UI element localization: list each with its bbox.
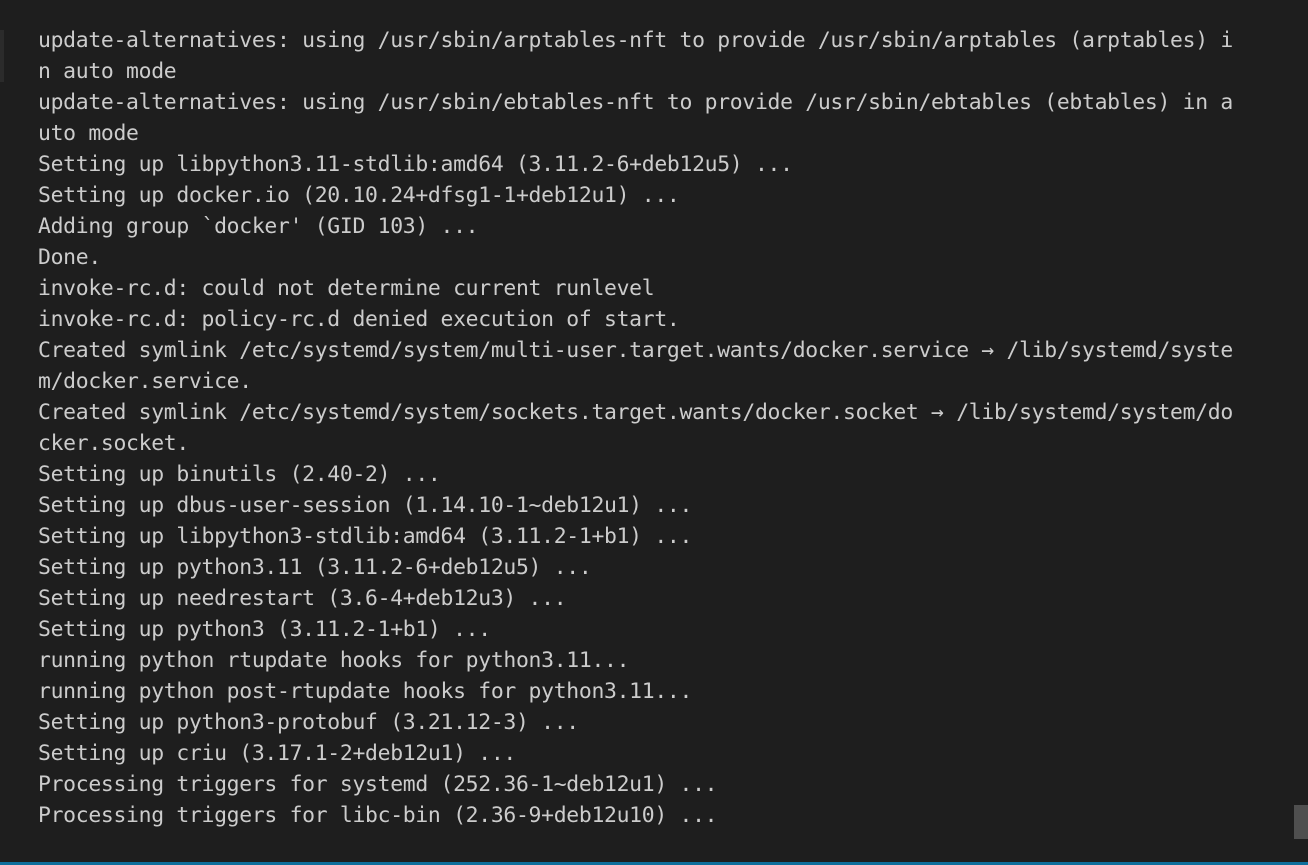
- terminal-panel[interactable]: update-alternatives: using /usr/sbin/arp…: [0, 0, 1308, 865]
- terminal-line: Setting up docker.io (20.10.24+dfsg1-1+d…: [38, 183, 680, 208]
- terminal-line: running python post-rtupdate hooks for p…: [38, 679, 693, 704]
- terminal-line: m/docker.service.: [38, 369, 252, 394]
- terminal-line: uto mode: [38, 121, 139, 146]
- vertical-scrollbar[interactable]: [1294, 0, 1308, 862]
- terminal-line: Setting up python3 (3.11.2-1+b1) ...: [38, 617, 491, 642]
- terminal-line: cker.socket.: [38, 431, 189, 456]
- terminal-line: Setting up python3-protobuf (3.21.12-3) …: [38, 710, 579, 735]
- terminal-line: Processing triggers for systemd (252.36-…: [38, 772, 718, 797]
- terminal-line: Setting up needrestart (3.6-4+deb12u3) .…: [38, 586, 567, 611]
- terminal-line: invoke-rc.d: policy-rc.d denied executio…: [38, 307, 680, 332]
- terminal-output[interactable]: update-alternatives: using /usr/sbin/arp…: [38, 25, 1274, 831]
- terminal-line: Created symlink /etc/systemd/system/mult…: [38, 338, 1233, 363]
- terminal-line: Setting up python3.11 (3.11.2-6+deb12u5)…: [38, 555, 592, 580]
- scrollbar-thumb[interactable]: [1294, 805, 1308, 839]
- terminal-line: Setting up libpython3.11-stdlib:amd64 (3…: [38, 152, 793, 177]
- terminal-line: n auto mode: [38, 59, 177, 84]
- terminal-line: invoke-rc.d: could not determine current…: [38, 276, 655, 301]
- terminal-line: update-alternatives: using /usr/sbin/arp…: [38, 28, 1233, 53]
- terminal-line: Created symlink /etc/systemd/system/sock…: [38, 400, 1233, 425]
- terminal-line: update-alternatives: using /usr/sbin/ebt…: [38, 90, 1233, 115]
- terminal-line: Processing triggers for libc-bin (2.36-9…: [38, 803, 718, 828]
- terminal-line: Setting up binutils (2.40-2) ...: [38, 462, 441, 487]
- terminal-line: Adding group `docker' (GID 103) ...: [38, 214, 479, 239]
- terminal-line: running python rtupdate hooks for python…: [38, 648, 630, 673]
- terminal-line: Setting up libpython3-stdlib:amd64 (3.11…: [38, 524, 693, 549]
- terminal-line: Setting up criu (3.17.1-2+deb12u1) ...: [38, 741, 516, 766]
- terminal-line: Setting up dbus-user-session (1.14.10-1~…: [38, 493, 693, 518]
- terminal-line: Done.: [38, 245, 101, 270]
- gutter-marker: [0, 30, 4, 82]
